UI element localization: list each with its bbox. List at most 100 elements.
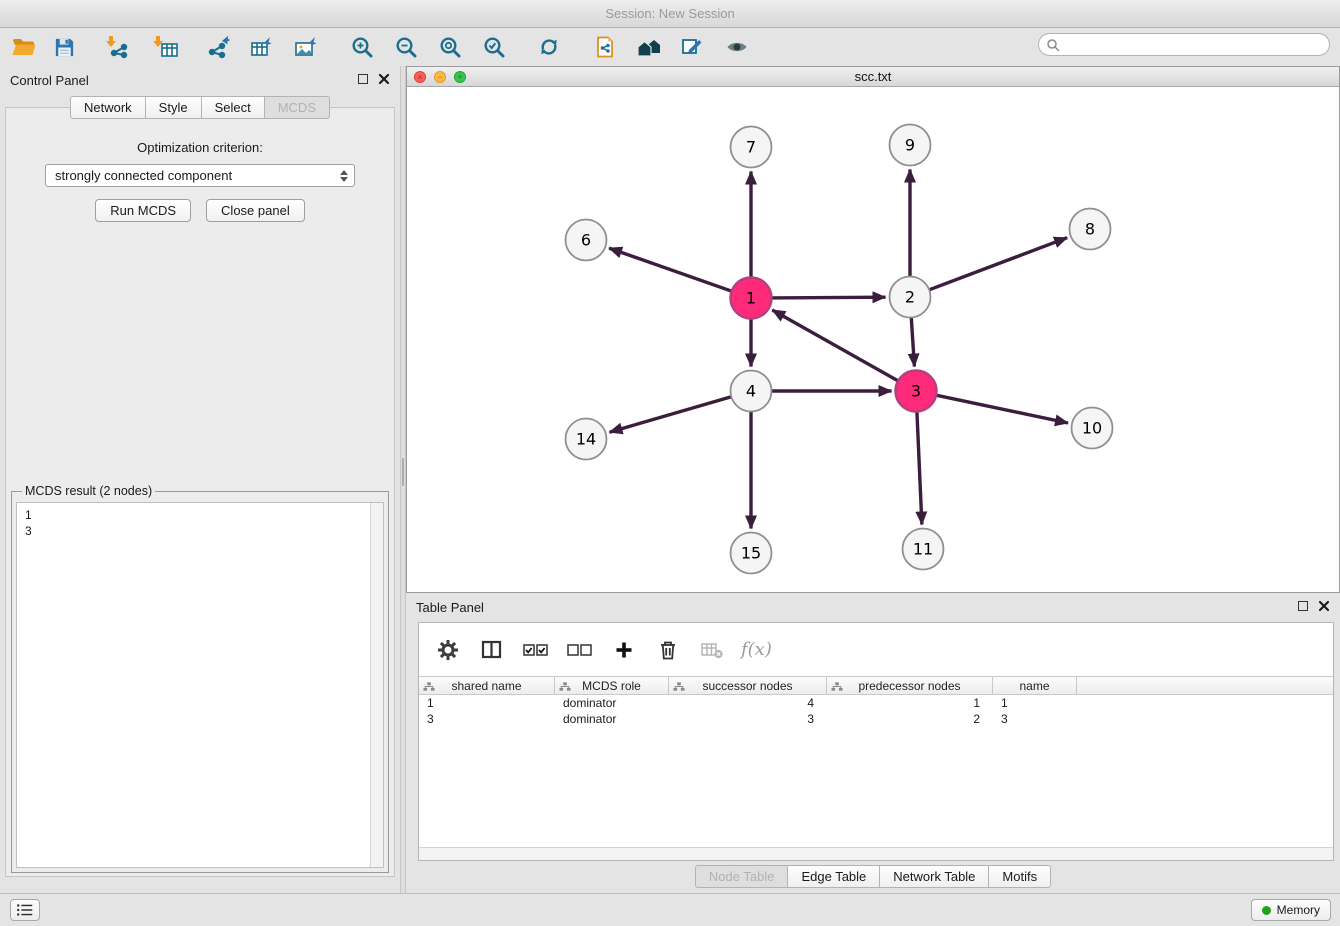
control-panel-title: Control Panel <box>10 73 89 88</box>
import-network-button[interactable] <box>101 30 135 64</box>
optimization-criterion-dropdown[interactable]: strongly connected component <box>45 164 355 187</box>
table-row[interactable]: 1dominator411 <box>419 695 1333 711</box>
node-label: 9 <box>905 136 915 155</box>
export-table-icon <box>249 35 275 59</box>
delete-table-button[interactable] <box>697 635 727 665</box>
edge-1-6[interactable] <box>609 248 732 291</box>
float-table-panel-icon[interactable] <box>1298 601 1308 611</box>
column-header-shared-name[interactable]: shared name <box>419 677 555 694</box>
node-10[interactable]: 10 <box>1072 408 1113 449</box>
node-3[interactable]: 3 <box>896 371 937 412</box>
table-settings-button[interactable] <box>433 635 463 665</box>
close-panel-icon[interactable] <box>378 73 390 85</box>
search-input[interactable] <box>1064 36 1329 54</box>
run-mcds-button[interactable]: Run MCDS <box>95 199 191 222</box>
edge-1-2[interactable] <box>772 297 886 298</box>
node-1[interactable]: 1 <box>731 278 772 319</box>
node-9[interactable]: 9 <box>890 125 931 166</box>
node-4[interactable]: 4 <box>731 371 772 412</box>
edge-2-8[interactable] <box>929 238 1067 290</box>
gear-icon <box>436 638 460 662</box>
tab-mcds[interactable]: MCDS <box>264 96 330 119</box>
tab-network-table[interactable]: Network Table <box>879 865 989 888</box>
table-panel: Table Panel <box>406 593 1340 893</box>
zoom-selected-button[interactable] <box>477 30 511 64</box>
optimization-criterion-label: Optimization criterion: <box>6 140 394 155</box>
node-11[interactable]: 11 <box>903 529 944 570</box>
deselect-all-columns-button[interactable] <box>565 635 595 665</box>
close-table-panel-icon[interactable] <box>1318 600 1330 612</box>
export-image-button[interactable] <box>289 30 323 64</box>
home-button[interactable] <box>632 30 666 64</box>
memory-button[interactable]: Memory <box>1251 899 1331 921</box>
column-header-successor-nodes[interactable]: successor nodes <box>669 677 827 694</box>
tab-motifs[interactable]: Motifs <box>988 865 1051 888</box>
close-panel-button[interactable]: Close panel <box>206 199 305 222</box>
node-label: 7 <box>746 138 756 157</box>
show-hide-details-button[interactable] <box>720 30 754 64</box>
window-close-icon[interactable]: × <box>414 71 426 83</box>
window-minimize-icon[interactable]: − <box>434 71 446 83</box>
edge-2-3[interactable] <box>911 318 914 367</box>
edge-3-11[interactable] <box>917 412 922 525</box>
attribute-icon <box>559 681 571 692</box>
network-graph[interactable]: 1 2 3 4 6 7 8 9 10 11 14 15 <box>407 87 1339 592</box>
column-header-predecessor-nodes[interactable]: predecessor nodes <box>827 677 993 694</box>
control-panel-header: Control Panel <box>0 66 400 94</box>
mcds-result-area: 13 <box>16 502 384 868</box>
zoom-in-icon <box>350 35 374 59</box>
float-panel-icon[interactable] <box>358 74 368 84</box>
zoom-in-button[interactable] <box>345 30 379 64</box>
column-header-name[interactable]: name <box>993 677 1077 694</box>
network-window-titlebar[interactable]: × − + scc.txt <box>407 67 1339 87</box>
export-table-button[interactable] <box>245 30 279 64</box>
node-label: 15 <box>741 544 761 563</box>
create-column-button[interactable] <box>609 635 639 665</box>
show-graphics-details-button[interactable] <box>675 30 709 64</box>
import-table-button[interactable] <box>149 30 183 64</box>
tab-node-table[interactable]: Node Table <box>695 865 789 888</box>
node-14[interactable]: 14 <box>566 419 607 460</box>
document-share-button[interactable] <box>588 30 622 64</box>
node-2[interactable]: 2 <box>890 277 931 318</box>
node-8[interactable]: 8 <box>1070 209 1111 250</box>
function-builder-button[interactable]: f(x) <box>741 635 772 665</box>
tab-edge-table[interactable]: Edge Table <box>787 865 880 888</box>
node-label: 6 <box>581 231 591 250</box>
select-all-columns-button[interactable] <box>521 635 551 665</box>
save-session-button[interactable] <box>47 30 81 64</box>
edge-3-1[interactable] <box>772 310 898 381</box>
mcds-panel: Optimization criterion: strongly connect… <box>5 107 395 877</box>
edge-4-14[interactable] <box>610 397 732 433</box>
node-label: 14 <box>576 430 596 449</box>
zoom-out-button[interactable] <box>389 30 423 64</box>
search-box[interactable] <box>1038 33 1330 56</box>
control-panel: Control Panel Network Style Select MCDS … <box>0 66 400 893</box>
window-zoom-icon[interactable]: + <box>454 71 466 83</box>
result-line: 3 <box>25 523 375 539</box>
refresh-button[interactable] <box>532 30 566 64</box>
network-view[interactable]: 1 2 3 4 6 7 8 9 10 11 14 15 <box>407 87 1339 592</box>
table-cell: 2 <box>827 712 993 726</box>
task-history-button[interactable] <box>10 899 40 921</box>
node-15[interactable]: 15 <box>731 533 772 574</box>
show-columns-button[interactable] <box>477 635 507 665</box>
result-scrollbar[interactable] <box>370 503 383 867</box>
node-7[interactable]: 7 <box>731 127 772 168</box>
delete-column-button[interactable] <box>653 635 683 665</box>
table-horizontal-scrollbar[interactable] <box>419 847 1333 860</box>
tab-network[interactable]: Network <box>70 96 146 119</box>
zoom-fit-button[interactable] <box>433 30 467 64</box>
tab-select[interactable]: Select <box>201 96 265 119</box>
table-cell: 1 <box>419 696 555 710</box>
export-network-button[interactable] <box>201 30 235 64</box>
open-file-button[interactable] <box>7 30 41 64</box>
network-window: × − + scc.txt 1 2 3 4 6 7 8 9 10 11 14 15 <box>406 66 1340 593</box>
node-6[interactable]: 6 <box>566 220 607 261</box>
mcds-result-fieldset: MCDS result (2 nodes) 13 <box>11 484 389 873</box>
zoom-fit-icon <box>438 35 462 59</box>
edge-3-10[interactable] <box>936 395 1068 423</box>
table-row[interactable]: 3dominator323 <box>419 711 1333 727</box>
tab-style[interactable]: Style <box>145 96 202 119</box>
column-header-mcds-role[interactable]: MCDS role <box>555 677 669 694</box>
